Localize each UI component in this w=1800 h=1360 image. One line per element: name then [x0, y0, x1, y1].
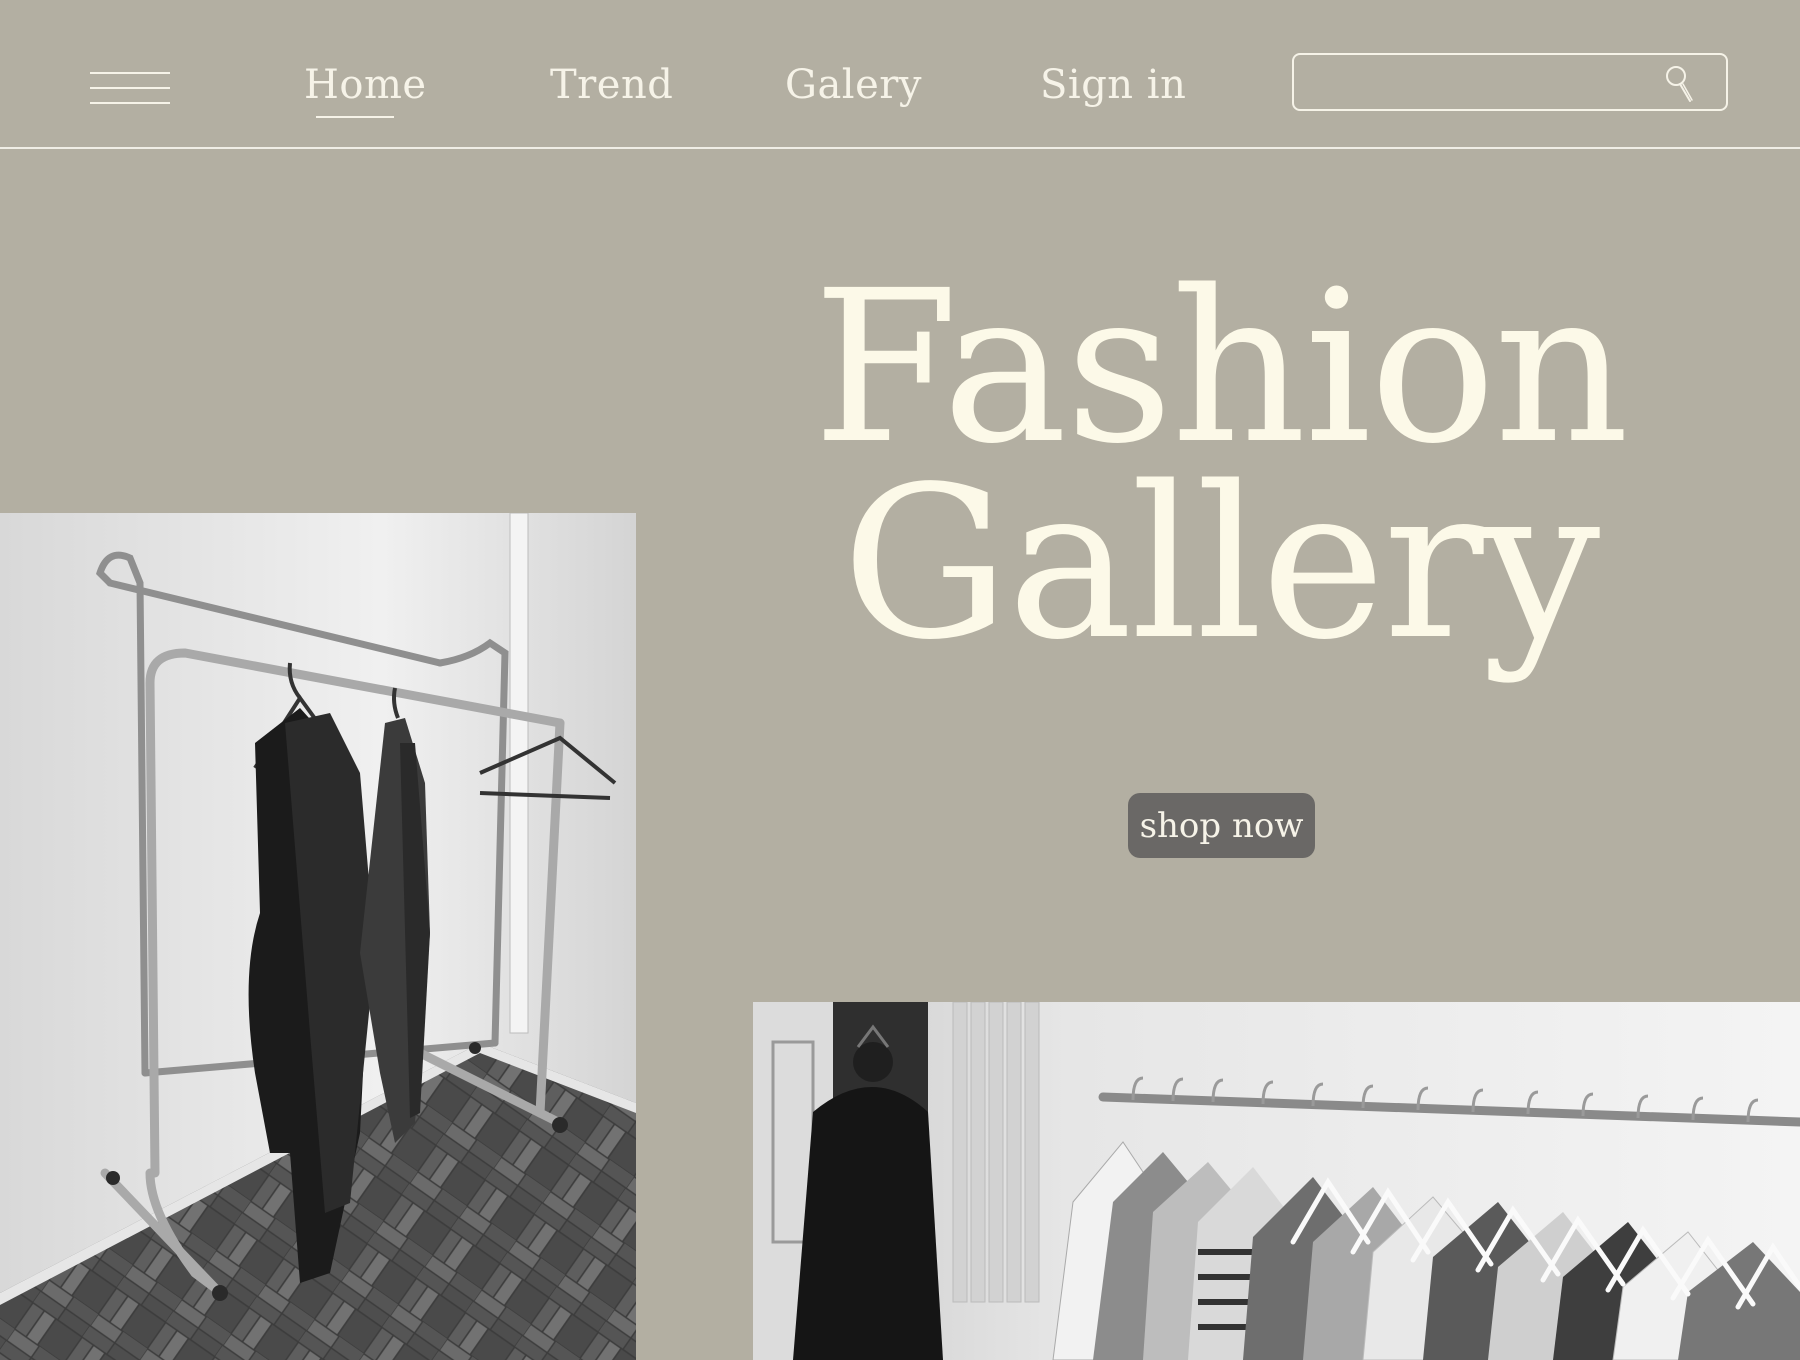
nav-link-galery[interactable]: Galery	[785, 62, 922, 108]
search-input[interactable]	[1314, 65, 1658, 103]
hero-title-line-2: Gallery	[841, 441, 1601, 686]
nav-divider	[0, 147, 1800, 149]
hero-title-line-1: Fashion	[812, 245, 1630, 490]
store-racks-photo	[753, 1002, 1800, 1360]
search-icon[interactable]	[1663, 64, 1695, 104]
shop-now-button[interactable]: shop now	[1128, 793, 1315, 858]
page: Home Trend Galery Sign in Fashion Galler…	[0, 0, 1800, 1360]
nav-link-home[interactable]: Home	[304, 62, 427, 108]
active-nav-underline	[316, 116, 394, 118]
nav-link-trend[interactable]: Trend	[550, 62, 673, 108]
clothing-rack-photo	[0, 513, 636, 1360]
store-racks-illustration	[753, 1002, 1800, 1360]
top-nav: Home Trend Galery Sign in	[0, 0, 1800, 148]
hamburger-menu-icon[interactable]	[90, 72, 170, 106]
hero-title: Fashion Gallery	[760, 245, 1680, 686]
nav-link-sign-in[interactable]: Sign in	[1040, 62, 1186, 108]
clothing-rack-illustration	[0, 513, 636, 1360]
